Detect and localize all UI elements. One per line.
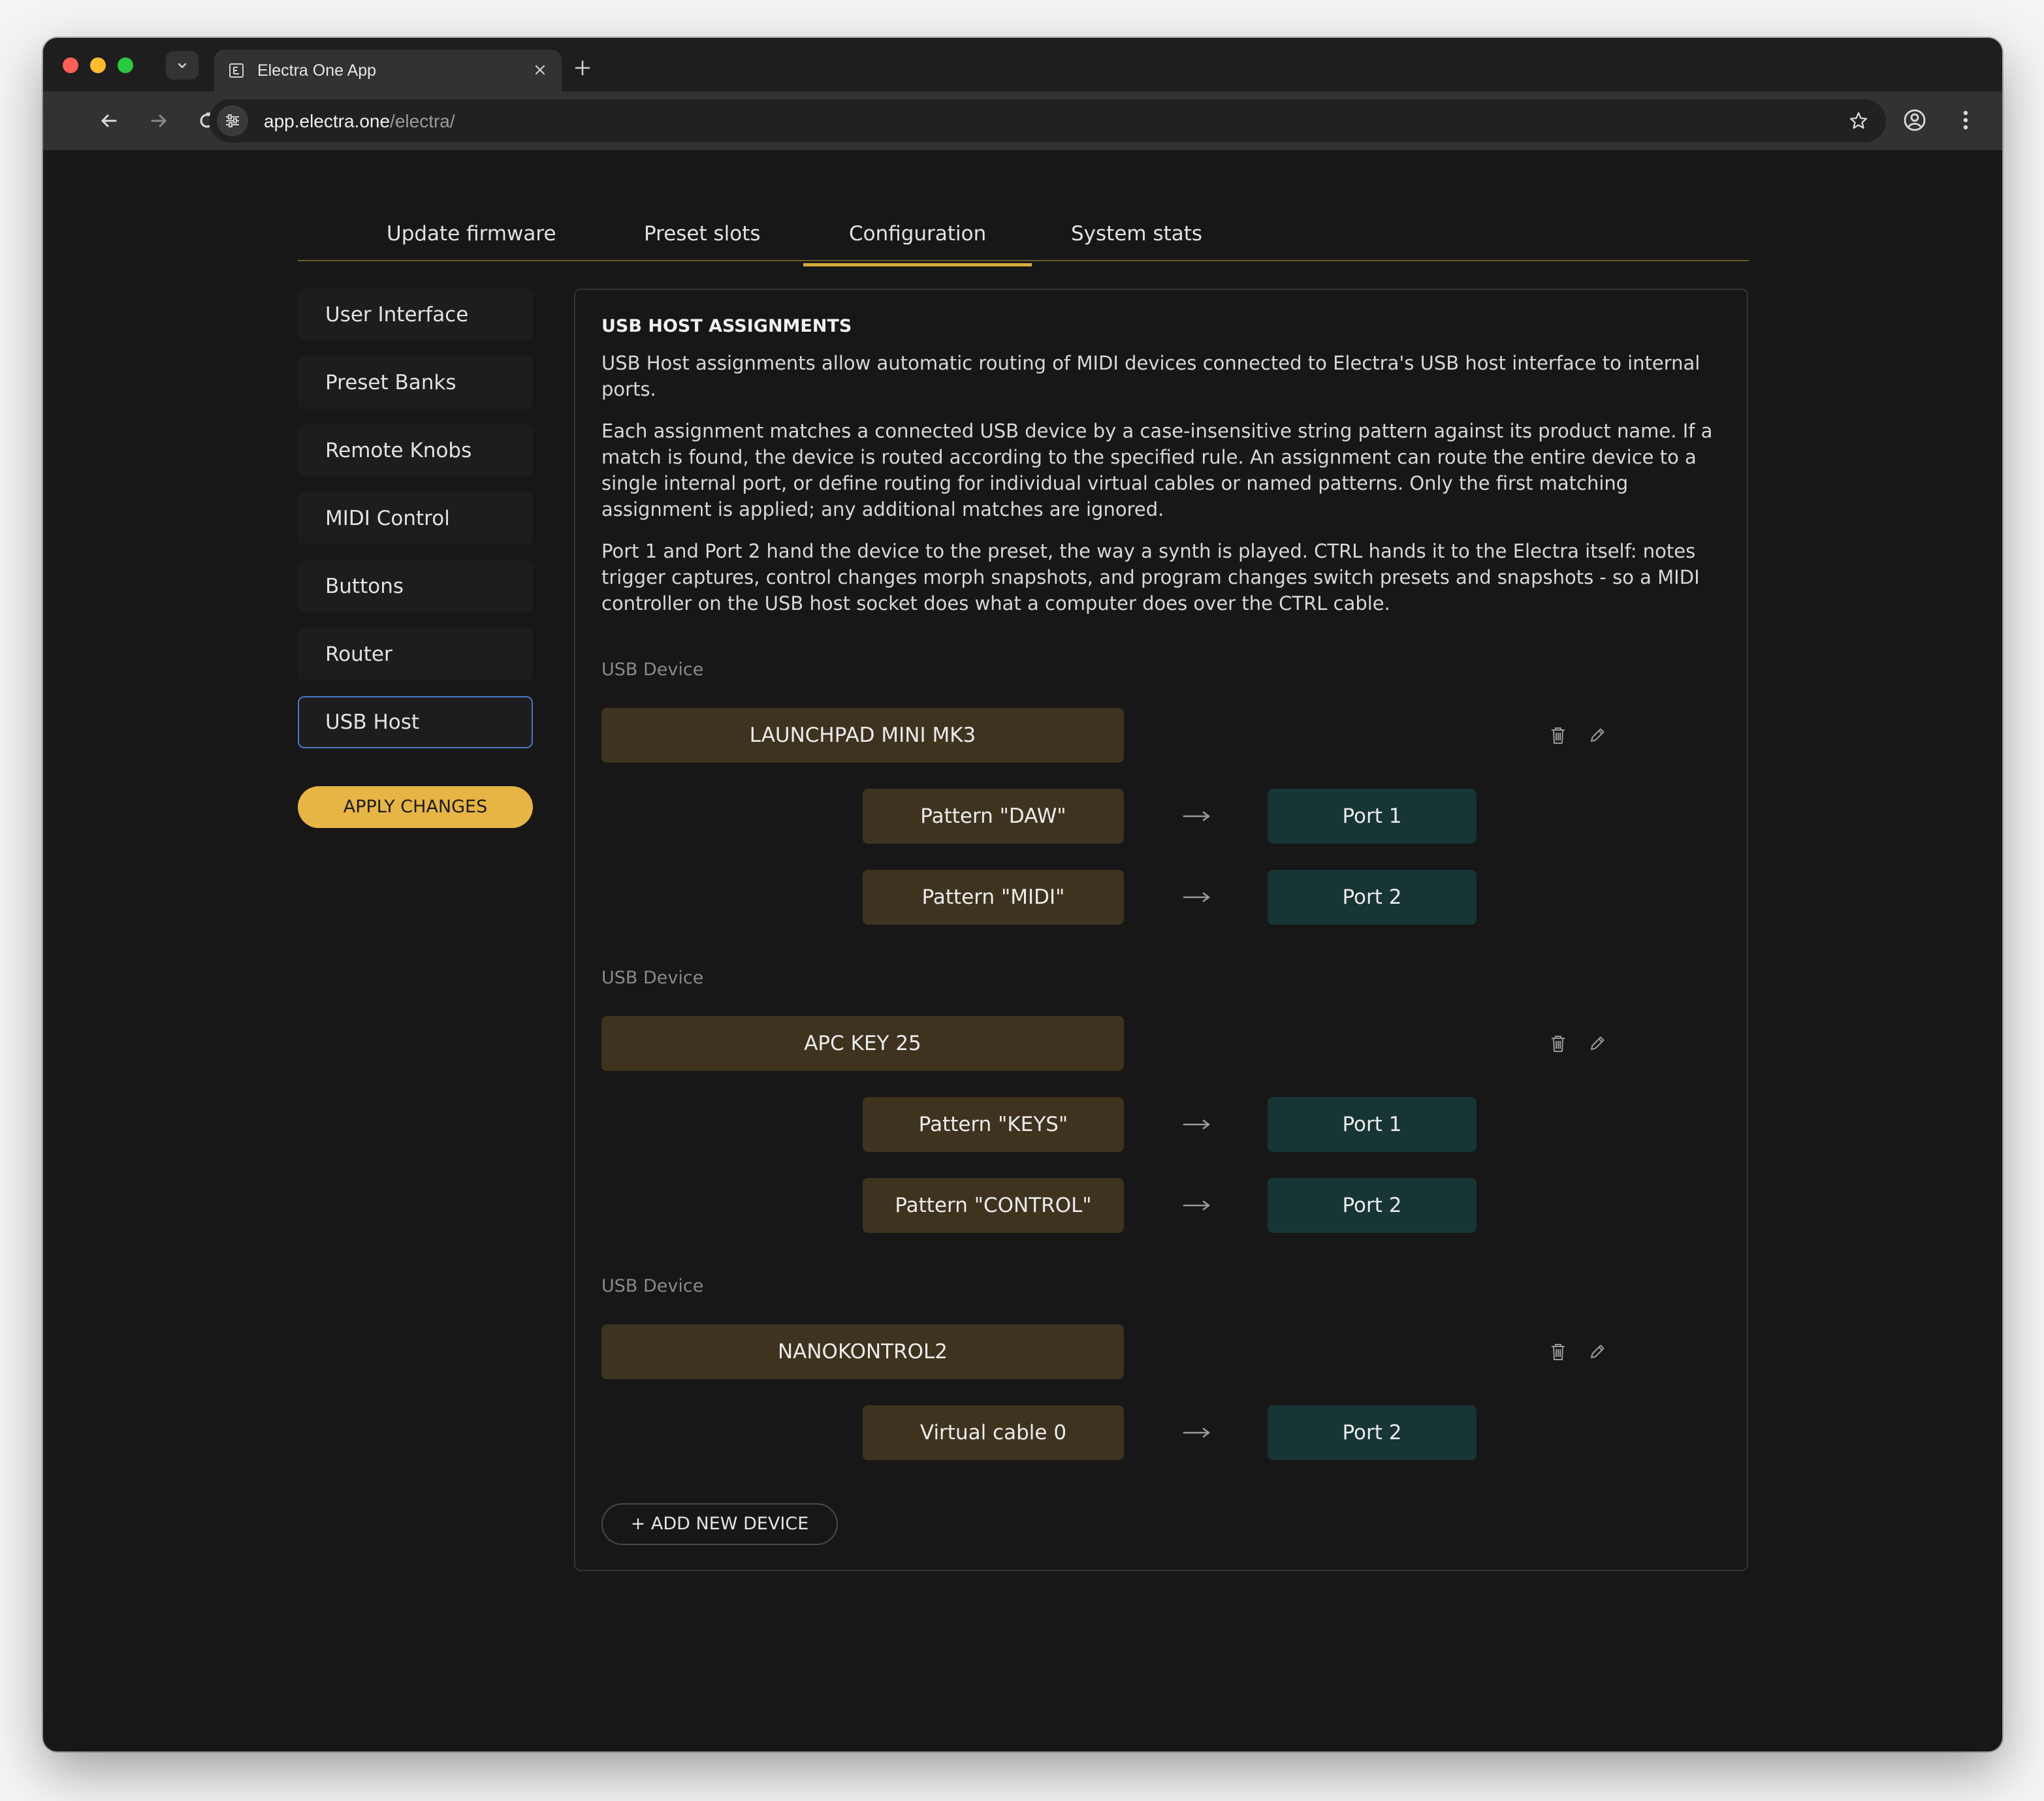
device-name-pill[interactable]: APC KEY 25 <box>601 1016 1124 1071</box>
sidebar-item-user-interface[interactable]: User Interface <box>298 289 533 341</box>
edit-device-button[interactable] <box>1586 724 1608 746</box>
apply-changes-button[interactable]: APPLY CHANGES <box>298 786 533 828</box>
rule-target-port-pill[interactable]: Port 2 <box>1268 1178 1477 1233</box>
arrow-right-icon <box>1183 1119 1211 1130</box>
tab-update-firmware[interactable]: Update firmware <box>387 222 556 246</box>
bookmark-button[interactable] <box>1845 108 1872 134</box>
arrow-left-icon <box>101 114 117 127</box>
back-button[interactable] <box>94 106 124 136</box>
menu-button[interactable] <box>1950 104 1981 136</box>
device-name-pill[interactable]: LAUNCHPAD MINI MK3 <box>601 708 1124 763</box>
new-tab-button[interactable] <box>571 56 594 80</box>
pencil-icon <box>1591 1345 1605 1358</box>
sidebar-item-midi-control[interactable]: MIDI Control <box>298 492 533 545</box>
maximize-window-button[interactable] <box>118 57 133 73</box>
account-circle-icon <box>1904 109 1926 131</box>
usb-device-label: USB Device <box>601 660 704 680</box>
sidebar-item-usb-host[interactable]: USB Host <box>298 696 533 748</box>
description-paragraph: Each assignment matches a connected USB … <box>601 420 1713 520</box>
star-icon <box>1849 112 1868 129</box>
browser-tab[interactable]: Electra One App <box>214 50 562 91</box>
sidebar-item-preset-banks[interactable]: Preset Banks <box>298 357 533 409</box>
tab-strip: Electra One App <box>43 38 2002 91</box>
device-name-pill[interactable]: NANOKONTROL2 <box>601 1324 1124 1379</box>
rule-source-pill[interactable]: Pattern "DAW" <box>863 789 1124 844</box>
close-window-button[interactable] <box>63 57 78 73</box>
rule-source-pill[interactable]: Pattern "MIDI" <box>863 870 1124 925</box>
trash-icon <box>1552 727 1565 744</box>
usb-device-label: USB Device <box>601 1276 704 1296</box>
top-navigation: Update firmware Preset slots Configurati… <box>298 150 1749 266</box>
plus-icon <box>575 60 590 76</box>
more-vertical-icon <box>1963 110 1968 130</box>
rule-target-port-pill[interactable]: Port 2 <box>1268 870 1477 925</box>
edit-device-button[interactable] <box>1586 1032 1608 1055</box>
tab-preset-slots[interactable]: Preset slots <box>644 222 761 246</box>
trash-icon <box>1552 1036 1565 1052</box>
rule-target-port-pill[interactable]: Port 2 <box>1268 1405 1477 1460</box>
panel-title: USB HOST ASSIGNMENTS <box>601 316 852 336</box>
sidebar-item-buttons[interactable]: Buttons <box>298 560 533 613</box>
edit-device-button[interactable] <box>1586 1341 1608 1363</box>
tab-system-stats[interactable]: System stats <box>1071 222 1202 246</box>
url-text: app.electra.one/electra/ <box>264 111 455 132</box>
arrow-right-icon <box>1183 1200 1211 1211</box>
close-icon <box>535 65 545 75</box>
arrow-right-icon <box>151 114 167 127</box>
address-bar[interactable]: app.electra.one/electra/ <box>209 99 1886 142</box>
minimize-window-button[interactable] <box>90 57 106 73</box>
browser-window: Electra One App app.electra.one/electra/ <box>43 38 2002 1751</box>
tab-search-button[interactable] <box>166 51 199 80</box>
url-host: app.electra.one <box>264 111 391 131</box>
address-toolbar: app.electra.one/electra/ <box>43 91 2002 151</box>
arrow-right-icon <box>1183 811 1211 821</box>
add-new-device-button[interactable]: + ADD NEW DEVICE <box>601 1503 838 1545</box>
site-info-button[interactable] <box>217 105 248 136</box>
arrow-right-icon <box>1183 1427 1211 1438</box>
tune-icon <box>226 114 239 127</box>
description-paragraph: USB Host assignments allow automatic rou… <box>601 352 1701 400</box>
delete-device-button[interactable] <box>1547 724 1569 746</box>
pencil-icon <box>1591 1036 1605 1050</box>
usb-device-label: USB Device <box>601 968 704 988</box>
delete-device-button[interactable] <box>1547 1032 1569 1055</box>
rule-source-pill[interactable]: Pattern "KEYS" <box>863 1097 1124 1152</box>
rule-target-port-pill[interactable]: Port 1 <box>1268 789 1477 844</box>
electra-favicon-icon <box>229 63 244 78</box>
rule-target-port-pill[interactable]: Port 1 <box>1268 1097 1477 1152</box>
delete-device-button[interactable] <box>1547 1341 1569 1363</box>
chevron-down-icon <box>178 63 187 69</box>
profile-button[interactable] <box>1899 104 1930 136</box>
rule-source-pill[interactable]: Pattern "CONTROL" <box>863 1178 1124 1233</box>
arrow-right-icon <box>1183 892 1211 902</box>
sidebar-item-router[interactable]: Router <box>298 628 533 680</box>
description-paragraph: Port 1 and Port 2 hand the device to the… <box>601 540 1700 614</box>
page-content: Update firmware Preset slots Configurati… <box>43 150 2002 1751</box>
usb-host-panel: USB HOST ASSIGNMENTS USB Host assignment… <box>574 289 1748 1571</box>
sidebar-item-remote-knobs[interactable]: Remote Knobs <box>298 424 533 477</box>
tab-close-button[interactable] <box>530 60 550 80</box>
tab-title: Electra One App <box>257 61 377 80</box>
rule-source-pill[interactable]: Virtual cable 0 <box>863 1405 1124 1460</box>
pencil-icon <box>1591 728 1605 742</box>
trash-icon <box>1552 1344 1565 1360</box>
url-path: /electra/ <box>390 111 455 131</box>
forward-button[interactable] <box>144 106 174 136</box>
tab-configuration[interactable]: Configuration <box>803 222 1032 266</box>
